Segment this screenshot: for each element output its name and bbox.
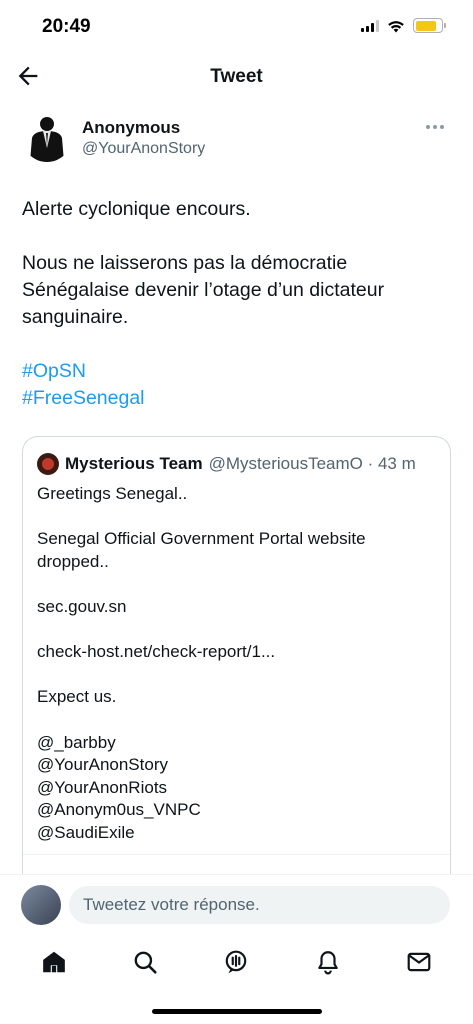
more-options-icon[interactable] — [426, 122, 448, 132]
quoted-text-line: check-host.net/check-report/1... — [37, 642, 276, 662]
quoted-tweet[interactable]: Mysterious Team @MysteriousTeamO · 43 m … — [22, 436, 451, 896]
home-icon — [42, 951, 65, 973]
tab-notifications[interactable] — [304, 938, 352, 986]
home-indicator — [152, 1009, 322, 1014]
tab-spaces[interactable] — [212, 938, 260, 986]
page-title: Tweet — [210, 66, 263, 87]
wifi-icon — [388, 20, 404, 32]
quoted-text-line: @YourAnonStory — [37, 755, 168, 775]
messages-icon — [407, 952, 431, 972]
tweet-paragraph: Alerte cyclonique encours. — [22, 198, 251, 220]
quoted-author-name: Mysterious Team — [65, 454, 203, 473]
author-name[interactable]: Anonymous — [82, 118, 452, 138]
tweet: Anonymous @YourAnonStory Alerte cycloniq… — [22, 112, 452, 412]
quoted-tweet-text: Greetings Senegal.. Senegal Official Gove… — [37, 483, 440, 845]
tab-home[interactable] — [30, 938, 78, 986]
tweet-paragraph: Nous ne laisserons pas la démocratie Sén… — [22, 252, 385, 328]
tab-messages[interactable] — [395, 938, 443, 986]
quoted-tweet-header: Mysterious Team @MysteriousTeamO · 43 m — [37, 453, 440, 475]
notifications-icon — [318, 951, 338, 975]
status-time: 20:49 — [42, 16, 91, 37]
search-icon — [134, 951, 157, 974]
nav-header: Tweet — [0, 52, 473, 100]
quoted-avatar — [37, 453, 59, 475]
status-bar: 20:49 — [0, 0, 473, 52]
quoted-text-line: @Anonym0us_VNPC — [37, 800, 201, 820]
quoted-author-handle: @MysteriousTeamO · 43 m — [208, 454, 416, 473]
tab-search[interactable] — [121, 938, 169, 986]
cellular-signal-icon — [361, 19, 379, 32]
quoted-text-line: Expect us. — [37, 687, 117, 707]
tweet-text: Alerte cyclonique encours. Nous ne laiss… — [22, 196, 452, 412]
avatar[interactable] — [22, 112, 72, 162]
suit-avatar-icon — [30, 117, 64, 162]
status-icons — [361, 18, 446, 33]
tweet-author-row: Anonymous @YourAnonStory — [22, 112, 452, 170]
tab-bar — [0, 934, 473, 990]
spaces-icon — [226, 950, 247, 974]
hashtag-link[interactable]: #OpSN — [22, 358, 452, 385]
divider — [23, 854, 450, 855]
quoted-text-line: Senegal Official Government Portal websi… — [37, 529, 366, 571]
reply-bar: Tweetez votre réponse. — [0, 874, 473, 934]
reply-input[interactable]: Tweetez votre réponse. — [69, 886, 450, 924]
quoted-text-line: @SaudiExile — [37, 822, 135, 842]
author-handle[interactable]: @YourAnonStory — [82, 138, 452, 160]
battery-icon — [413, 18, 446, 33]
hashtag-link[interactable]: #FreeSenegal — [22, 385, 452, 412]
quoted-text-line: @YourAnonRiots — [37, 777, 168, 797]
quoted-text-line: sec.gouv.sn — [37, 596, 127, 616]
quoted-text-line: Greetings Senegal.. — [37, 484, 188, 503]
avatar — [21, 885, 61, 925]
quoted-text-line: @_barbby — [37, 732, 116, 752]
